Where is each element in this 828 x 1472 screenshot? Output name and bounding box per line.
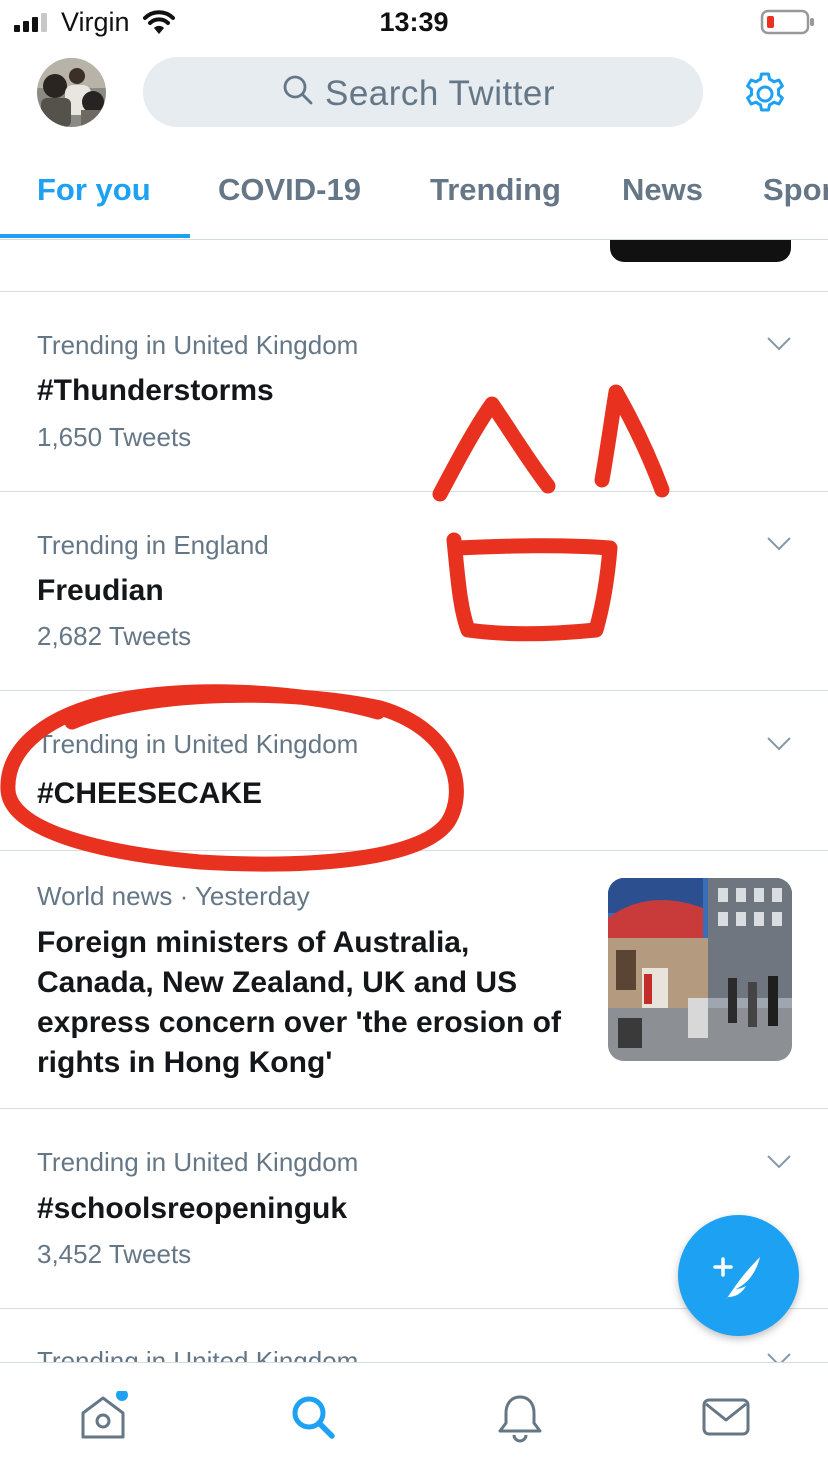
search-icon [283, 75, 313, 105]
tweet-count: 1,650 Tweets [37, 422, 192, 452]
bottom-navigation [0, 1362, 828, 1472]
tab-sports[interactable]: Spor [763, 172, 828, 208]
tab-news[interactable]: News [622, 172, 703, 208]
trend-context: Trending in United Kingdom [37, 330, 359, 360]
search-icon[interactable] [287, 1391, 339, 1443]
chevron-down-icon[interactable] [766, 736, 792, 752]
chevron-down-icon[interactable] [766, 1154, 792, 1170]
status-bar: Virgin 13:39 [0, 0, 828, 46]
search-input[interactable]: Search Twitter [143, 57, 703, 127]
profile-avatar[interactable] [37, 58, 106, 127]
divider [0, 850, 828, 851]
tab-for-you[interactable]: For you [37, 172, 151, 208]
compose-tweet-button[interactable] [678, 1215, 799, 1336]
trend-context: Trending in United Kingdom [37, 1346, 359, 1362]
tweet-count: 3,452 Tweets [37, 1239, 192, 1269]
chevron-down-icon[interactable] [766, 536, 792, 552]
divider [0, 1108, 828, 1109]
trend-title: #CHEESECAKE [37, 777, 263, 810]
home-icon[interactable] [77, 1391, 129, 1443]
news-thumbnail [608, 878, 792, 1061]
trend-context: Trending in United Kingdom [37, 1147, 359, 1177]
explore-tabs: For you COVID-19 Trending News Spor [0, 150, 828, 240]
battery-low-icon [760, 9, 814, 35]
trend-title: Freudian [37, 574, 164, 607]
search-placeholder: Search Twitter [325, 74, 556, 113]
avatar-photo [37, 58, 106, 127]
news-headline: Foreign ministers of Australia, Canada, … [37, 926, 561, 1079]
tab-trending[interactable]: Trending [430, 172, 561, 208]
compose-tweet-icon [713, 1257, 760, 1301]
chevron-down-icon[interactable] [766, 1352, 792, 1362]
trend-context: Trending in England [37, 530, 269, 560]
messages-envelope-icon[interactable] [700, 1391, 752, 1443]
trend-title: #schoolsreopeninguk [37, 1192, 348, 1225]
active-tab-indicator [0, 234, 190, 238]
tab-covid-19[interactable]: COVID-19 [218, 172, 361, 208]
trend-context: Trending in United Kingdom [37, 729, 359, 759]
trend-title: #Thunderstorms [37, 374, 274, 407]
divider [0, 291, 828, 292]
notifications-bell-icon[interactable] [494, 1391, 546, 1443]
divider [0, 690, 828, 691]
tweet-count: 2,682 Tweets [37, 621, 192, 651]
previous-item-image [610, 240, 791, 262]
settings-gear-icon[interactable] [741, 70, 789, 118]
news-context: World news · Yesterday [37, 881, 310, 911]
divider [0, 491, 828, 492]
clock-time: 13:39 [379, 7, 449, 37]
chevron-down-icon[interactable] [766, 336, 792, 352]
